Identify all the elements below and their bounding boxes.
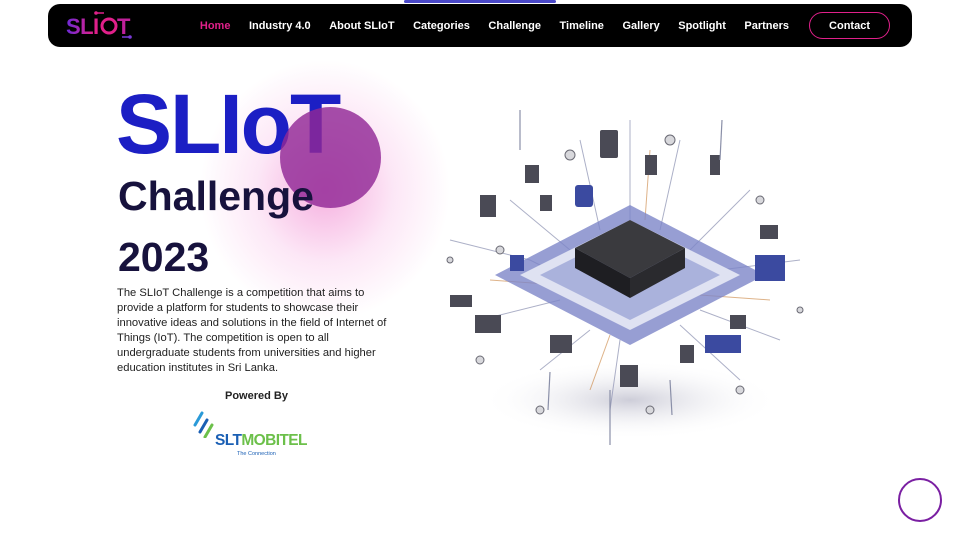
nav-item-industry-4[interactable]: Industry 4.0	[249, 20, 311, 32]
powered-by-label: Powered By	[225, 390, 288, 402]
slt-mobitel-logo[interactable]: SLTMOBITEL The Connection	[192, 410, 318, 460]
nav-item-partners[interactable]: Partners	[744, 20, 789, 32]
slt-mobitel-wordmark: SLTMOBITEL	[215, 432, 307, 450]
nav-item-categories[interactable]: Categories	[413, 20, 470, 32]
nav-item-spotlight[interactable]: Spotlight	[678, 20, 726, 32]
sliot-logo[interactable]: SL I T	[64, 9, 136, 43]
hero-subtitle-challenge: Challenge	[118, 173, 314, 219]
svg-text:I: I	[93, 14, 99, 39]
nav-item-gallery[interactable]: Gallery	[622, 20, 659, 32]
svg-text:SL: SL	[66, 14, 93, 39]
nav-menu: Home Industry 4.0 About SLIoT Categories…	[181, 4, 890, 47]
top-accent-line	[404, 0, 556, 3]
iot-circuit-illustration	[446, 110, 804, 445]
chat-bubble-icon[interactable]	[898, 478, 942, 522]
hero-year: 2023	[118, 234, 210, 280]
hero-description: The SLIoT Challenge is a competition tha…	[117, 287, 387, 374]
top-navigation-bar: SL I T Home Industry 4.0 About SLIoT Cat…	[48, 4, 912, 47]
nav-item-about-sliot[interactable]: About SLIoT	[329, 20, 394, 32]
slt-wordmark-part2: MOBITEL	[241, 432, 307, 449]
contact-button[interactable]: Contact	[809, 12, 890, 39]
nav-item-timeline[interactable]: Timeline	[560, 20, 604, 32]
svg-text:T: T	[117, 14, 131, 39]
nav-item-challenge[interactable]: Challenge	[488, 20, 541, 32]
slt-tagline: The Connection	[237, 451, 276, 457]
slt-wordmark-part1: SLT	[215, 432, 242, 449]
nav-item-home[interactable]: Home	[200, 20, 231, 32]
